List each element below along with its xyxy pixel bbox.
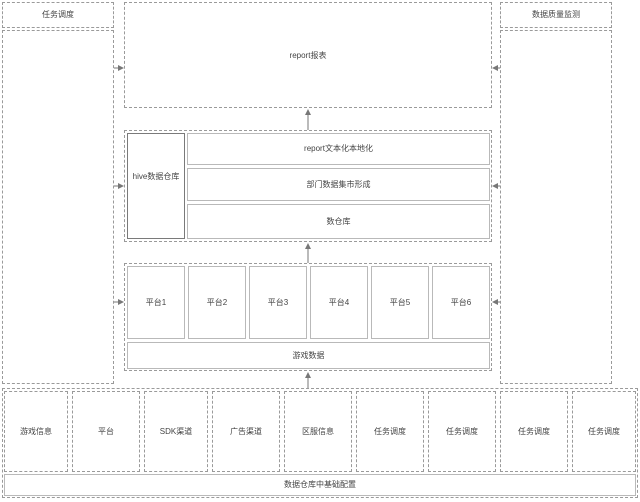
platform-label: 平台1 (145, 297, 167, 307)
warehouse-label: 数仓库 (326, 216, 351, 226)
source-label: 任务调度 (374, 426, 406, 436)
platform-label: 平台5 (389, 297, 411, 307)
game-data-label: 游戏数据 (292, 350, 325, 360)
warehouse-box: 数仓库 (187, 204, 490, 239)
source-label: 平台 (98, 426, 114, 436)
source-label: 广告渠道 (230, 426, 262, 436)
platform-box: 平台1 (127, 266, 185, 339)
report-display-label: report报表 (289, 51, 327, 60)
platform-box: 平台4 (310, 266, 368, 339)
platform-box: 平台5 (371, 266, 429, 339)
right-panel-body (500, 30, 612, 384)
source-box: 任务调度 (428, 391, 496, 472)
hive-warehouse-box: hive数据仓库 (127, 133, 185, 239)
source-label: SDK渠道 (159, 426, 193, 436)
source-box: 平台 (72, 391, 140, 472)
source-box: 游戏信息 (4, 391, 68, 472)
right-panel-title: 数据质量监测 (532, 10, 580, 20)
source-box: 区服信息 (284, 391, 352, 472)
platform-box: 平台2 (188, 266, 246, 339)
left-panel-title: 任务调度 (42, 10, 74, 20)
source-box: SDK渠道 (144, 391, 208, 472)
report-text-label: report文本化本地化 (304, 144, 373, 154)
source-label: 区服信息 (302, 426, 334, 436)
left-panel-header: 任务调度 (2, 2, 114, 28)
report-display-box: report报表 (124, 2, 492, 108)
platform-box: 平台3 (249, 266, 307, 339)
source-box: 任务调度 (356, 391, 424, 472)
platform-label: 平台6 (450, 297, 472, 307)
source-label: 任务调度 (588, 426, 620, 436)
right-panel-header: 数据质量监测 (500, 2, 612, 28)
foundation-box: 数据仓库中基础配置 (4, 474, 636, 496)
platform-box: 平台6 (432, 266, 490, 339)
game-data-box: 游戏数据 (127, 342, 490, 369)
foundation-label: 数据仓库中基础配置 (284, 480, 356, 490)
platform-label: 平台2 (206, 297, 228, 307)
platform-label: 平台4 (328, 297, 350, 307)
source-label: 任务调度 (518, 426, 550, 436)
source-label: 任务调度 (446, 426, 478, 436)
platform-label: 平台3 (267, 297, 289, 307)
dept-data-label: 部门数据集市形成 (306, 179, 371, 189)
source-label: 游戏信息 (20, 426, 52, 436)
source-box: 广告渠道 (212, 391, 280, 472)
source-box: 任务调度 (500, 391, 568, 472)
left-panel-body (2, 30, 114, 384)
hive-warehouse-label: hive数据仓库 (132, 172, 180, 182)
dept-data-box: 部门数据集市形成 (187, 168, 490, 201)
report-text-box: report文本化本地化 (187, 133, 490, 165)
source-box: 任务调度 (572, 391, 636, 472)
